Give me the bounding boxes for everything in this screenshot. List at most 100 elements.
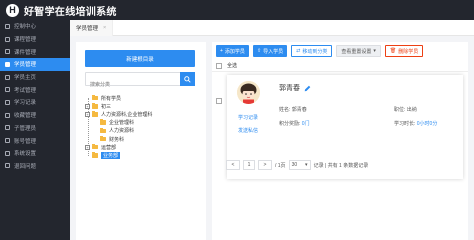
- admin-icon: [5, 125, 10, 131]
- sidebar-item-sub-admins[interactable]: 子管理员: [0, 122, 70, 135]
- tab-bar: 学员管理 ×: [70, 19, 474, 36]
- button-label: 移动到分类: [302, 48, 328, 55]
- sidebar-item-label: 退回问题: [14, 163, 37, 170]
- sidebar-item-study-records[interactable]: 学习记录: [0, 96, 70, 109]
- student-avatar: [237, 81, 260, 104]
- upload-icon: ⇧: [256, 48, 262, 54]
- points-field: 积分奖励: 0门: [279, 120, 310, 127]
- folder-icon: [100, 119, 106, 125]
- study-record-link[interactable]: 学习记录: [238, 114, 258, 121]
- sidebar-item-label: 学习记录: [14, 100, 37, 107]
- category-tree: 所有学员 + 初三 + 人力资源科,企业管理科 企业管理科 人力资源科 财务科 + 运…: [85, 94, 203, 160]
- top-bar: H 好智学在线培训系统: [0, 0, 474, 20]
- tab-student-management[interactable]: 学员管理 ×: [70, 19, 114, 36]
- send-message-link[interactable]: 发送私信: [238, 127, 258, 134]
- tree-node[interactable]: 人力资源科: [85, 127, 203, 135]
- category-search: [85, 72, 195, 91]
- plus-icon: +: [220, 48, 223, 54]
- field-label: 姓名:: [279, 107, 291, 113]
- sidebar-item-favorites[interactable]: 收藏管理: [0, 109, 70, 122]
- edit-icon[interactable]: [304, 85, 311, 92]
- sidebar-item-label: 账号管理: [14, 138, 37, 145]
- sidebar-item-accounts[interactable]: 账号管理: [0, 134, 70, 147]
- records-summary: 记录 | 共有 1 条数据记录: [313, 162, 369, 169]
- field-label: 职位:: [394, 107, 406, 113]
- move-icon: ⇄: [296, 48, 301, 54]
- page-size-select[interactable]: 30 ▾: [288, 160, 311, 170]
- tree-node-label: 业务部: [101, 151, 121, 159]
- folder-icon: [92, 111, 98, 117]
- monitor-icon: [5, 23, 10, 29]
- pagination: < 1 > / 1页 30 ▾ 记录 | 共有 1 条数据记录: [226, 160, 368, 170]
- category-panel: 新建根目录 所有学员 + 初三 + 人力资源科,企业管理科 企业管理科 人力资源科 …: [76, 42, 206, 240]
- import-students-button[interactable]: ⇧ 导入学员: [252, 45, 288, 57]
- app-title: 好智学在线培训系统: [24, 6, 117, 18]
- view-settings-dropdown[interactable]: 查看重置设置 ▾: [336, 45, 381, 57]
- sidebar-item-label: 子管理员: [14, 125, 37, 132]
- exam-icon: [5, 87, 10, 93]
- tree-node-label: 人力资源科,企业管理科: [101, 111, 153, 118]
- tree-node[interactable]: 所有学员: [85, 94, 203, 102]
- sidebar-item-label: 系统设置: [14, 151, 37, 158]
- move-to-category-button[interactable]: ⇄ 移动到分类: [291, 45, 333, 57]
- student-checkbox[interactable]: [216, 98, 222, 104]
- prev-page-button[interactable]: <: [226, 160, 240, 170]
- position-field: 职位: 出纳: [394, 106, 417, 113]
- file-icon: [5, 49, 10, 55]
- folder-icon: [100, 127, 106, 134]
- tree-node[interactable]: + 人力资源科,企业管理科: [85, 110, 203, 118]
- study-time-field: 学习时长: 0小时0分: [394, 120, 437, 127]
- folder-icon: [92, 94, 98, 101]
- tree-node-label: 企业管理科: [109, 120, 135, 127]
- account-icon: [5, 138, 10, 144]
- sidebar-item-label: 考试管理: [14, 87, 37, 94]
- tree-node[interactable]: + 运营部: [85, 143, 203, 151]
- close-icon[interactable]: ×: [103, 25, 106, 31]
- select-all-checkbox[interactable]: [216, 62, 222, 69]
- divider: [212, 71, 468, 72]
- tree-node[interactable]: 财务科: [85, 135, 203, 143]
- button-label: 删除学员: [398, 48, 419, 55]
- sidebar-item-settings[interactable]: 系统设置: [0, 147, 70, 160]
- gear-icon: [5, 150, 10, 156]
- field-value[interactable]: 0门: [302, 121, 310, 127]
- home-icon: [5, 74, 10, 80]
- sidebar-item-courseware[interactable]: 课件管理: [0, 45, 70, 58]
- name-field: 姓名: 郭青春: [279, 106, 307, 113]
- users-icon: [5, 61, 10, 67]
- field-label: 积分奖励:: [279, 121, 301, 127]
- sidebar-item-label: 学员管理: [14, 62, 37, 69]
- sidebar-item-course[interactable]: 课程管理: [0, 33, 70, 46]
- button-label: 查看重置设置: [341, 48, 372, 55]
- sidebar-item-label: 学员主页: [14, 75, 37, 82]
- page-number-input[interactable]: 1: [243, 160, 255, 170]
- next-page-button[interactable]: >: [258, 160, 272, 170]
- sidebar-item-label: 收藏管理: [14, 113, 37, 120]
- field-value[interactable]: 0小时0分: [417, 121, 438, 127]
- tree-node[interactable]: 企业管理科: [85, 119, 203, 127]
- sidebar-item-student-home[interactable]: 学员主页: [0, 71, 70, 84]
- sidebar-item-exams[interactable]: 考试管理: [0, 83, 70, 96]
- sidebar-item-label: 控制中心: [14, 24, 37, 31]
- sidebar-item-students[interactable]: 学员管理: [0, 58, 70, 71]
- new-root-folder-button[interactable]: 新建根目录: [85, 50, 195, 67]
- tree-node-label: 财务科: [109, 136, 125, 143]
- chevron-down-icon: ▾: [305, 162, 308, 168]
- total-pages-text: / 1页: [275, 162, 286, 169]
- folder-icon: [92, 152, 98, 158]
- tree-node-label: 运营部: [101, 144, 117, 151]
- tree-node-selected[interactable]: 业务部: [85, 151, 203, 159]
- search-button[interactable]: [180, 72, 195, 86]
- expand-icon[interactable]: +: [85, 103, 90, 109]
- avatar-illustration: [237, 81, 260, 104]
- sidebar-item-control-center[interactable]: 控制中心: [0, 20, 70, 33]
- toolbar: + 添加学员 ⇧ 导入学员 ⇄ 移动到分类 查看重置设置 ▾ 🗑 删除学员: [216, 45, 424, 57]
- expand-icon[interactable]: +: [85, 111, 90, 117]
- tree-node[interactable]: + 初三: [85, 102, 203, 110]
- star-icon: [5, 112, 10, 118]
- sidebar-item-returned-questions[interactable]: 退回问题: [0, 160, 70, 173]
- category-search-input[interactable]: [86, 79, 180, 91]
- delete-students-button[interactable]: 🗑 删除学员: [384, 45, 424, 57]
- add-student-button[interactable]: + 添加学员: [216, 45, 249, 57]
- expand-icon[interactable]: +: [85, 144, 90, 150]
